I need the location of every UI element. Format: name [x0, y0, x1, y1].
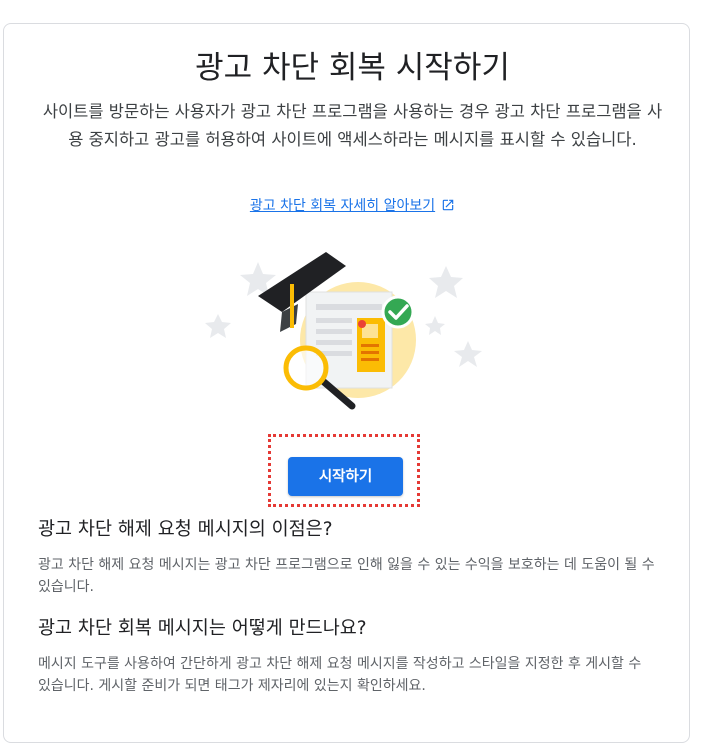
star-icon: [429, 266, 463, 298]
page-title: 광고 차단 회복 시작하기: [195, 50, 510, 86]
learn-more-link[interactable]: 광고 차단 회복 자세히 알아보기: [250, 198, 435, 214]
page-description: 사이트를 방문하는 사용자가 광고 차단 프로그램을 사용하는 경우 광고 차단…: [42, 102, 663, 149]
learn-more-row: 광고 차단 회복 자세히 알아보기: [0, 196, 705, 216]
faq-question-benefits: 광고 차단 해제 요청 메시지의 이점은?: [38, 519, 333, 540]
illustration-graphic: [205, 252, 482, 410]
ad-recovery-illustration: [196, 244, 496, 419]
faq-answer-benefits: 광고 차단 해제 요청 메시지는 광고 차단 프로그램으로 인해 잃을 수 있는…: [38, 557, 655, 595]
star-icon: [205, 314, 231, 338]
start-button[interactable]: 시작하기: [288, 457, 403, 496]
faq-question-how-to-create: 광고 차단 회복 메시지는 어떻게 만드나요?: [38, 618, 367, 639]
faq-answer-how-to-create: 메시지 도구를 사용하여 간단하게 광고 차단 해제 요청 메시지를 작성하고 …: [38, 656, 642, 694]
open-in-new-icon[interactable]: [441, 198, 455, 212]
star-icon: [454, 341, 482, 367]
star-icon: [425, 316, 445, 335]
